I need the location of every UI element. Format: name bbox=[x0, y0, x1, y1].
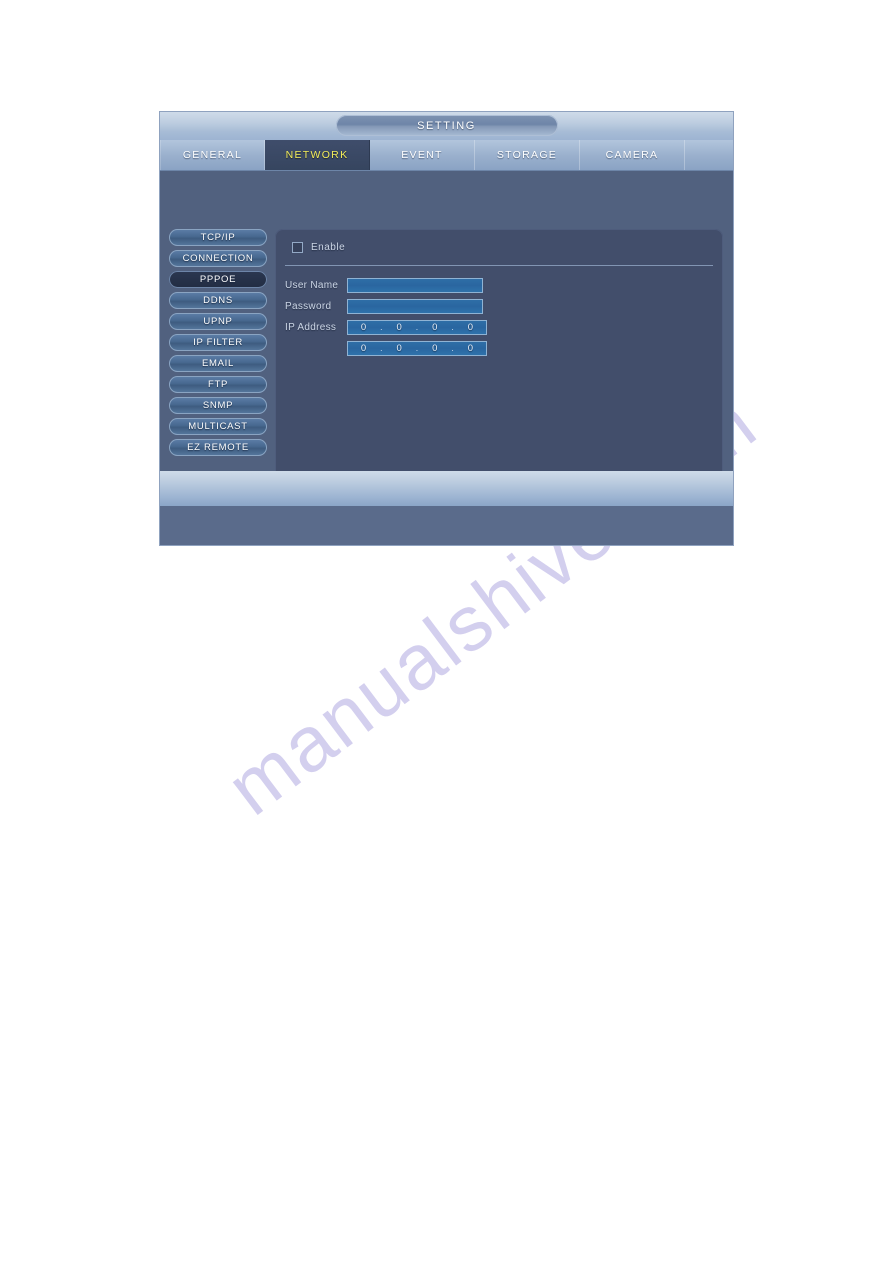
ip2-separator-2: . bbox=[415, 343, 419, 354]
tab-bar-filler bbox=[685, 140, 733, 170]
username-row: User Name bbox=[285, 277, 713, 294]
password-input[interactable] bbox=[347, 299, 483, 314]
ip2-separator-3: . bbox=[451, 343, 454, 354]
pppoe-form: User Name Password IP Address 0 . 0 . 0 bbox=[285, 277, 713, 361]
ip-octet-1[interactable]: 0 bbox=[361, 322, 366, 333]
tab-camera[interactable]: CAMERA bbox=[580, 140, 685, 170]
tab-bar: GENERAL NETWORK EVENT STORAGE CAMERA bbox=[160, 140, 733, 171]
pppoe-settings-panel: Enable User Name Password IP Address 0 . bbox=[275, 229, 723, 491]
dialog-footer-bar bbox=[160, 471, 733, 506]
sidebar-item-email[interactable]: EMAIL bbox=[169, 355, 267, 372]
sidebar-item-ez-remote[interactable]: EZ REMOTE bbox=[169, 439, 267, 456]
tab-network[interactable]: NETWORK bbox=[265, 140, 370, 170]
ip-address-secondary-row: 0 . 0 . 0 . 0 bbox=[285, 340, 713, 357]
network-sidebar: TCP/IP CONNECTION PPPOE DDNS UPNP IP FIL… bbox=[169, 229, 267, 460]
section-divider bbox=[285, 265, 713, 266]
setting-dialog: SETTING GENERAL NETWORK EVENT STORAGE CA… bbox=[160, 112, 733, 545]
ip2-separator-1: . bbox=[380, 343, 383, 354]
ip-octet-2[interactable]: 0 bbox=[397, 322, 402, 333]
tab-storage[interactable]: STORAGE bbox=[475, 140, 580, 170]
sidebar-item-pppoe[interactable]: PPPOE bbox=[169, 271, 267, 288]
ip-separator-2: . bbox=[415, 322, 419, 333]
sidebar-item-multicast[interactable]: MULTICAST bbox=[169, 418, 267, 435]
enable-checkbox[interactable] bbox=[292, 242, 303, 253]
tab-event[interactable]: EVENT bbox=[370, 140, 475, 170]
ip-separator-3: . bbox=[451, 322, 454, 333]
ip-address-label: IP Address bbox=[285, 322, 337, 333]
username-label: User Name bbox=[285, 280, 339, 291]
sidebar-item-snmp[interactable]: SNMP bbox=[169, 397, 267, 414]
ip2-octet-2[interactable]: 0 bbox=[397, 343, 402, 354]
enable-row: Enable bbox=[292, 242, 345, 253]
ip-octet-4[interactable]: 0 bbox=[468, 322, 473, 333]
sidebar-item-tcpip[interactable]: TCP/IP bbox=[169, 229, 267, 246]
sidebar-item-ip-filter[interactable]: IP FILTER bbox=[169, 334, 267, 351]
dialog-title-pill: SETTING bbox=[335, 115, 558, 136]
ip2-octet-3[interactable]: 0 bbox=[432, 343, 437, 354]
sidebar-item-ddns[interactable]: DDNS bbox=[169, 292, 267, 309]
ip-octet-3[interactable]: 0 bbox=[432, 322, 437, 333]
ip-address-secondary-input[interactable]: 0 . 0 . 0 . 0 bbox=[347, 341, 487, 356]
ip-address-row: IP Address 0 . 0 . 0 . 0 bbox=[285, 319, 713, 336]
ip-separator-1: . bbox=[380, 322, 383, 333]
tab-general[interactable]: GENERAL bbox=[160, 140, 265, 170]
dialog-header: SETTING bbox=[160, 112, 733, 140]
ip2-octet-1[interactable]: 0 bbox=[361, 343, 366, 354]
enable-label: Enable bbox=[311, 242, 346, 253]
sidebar-item-upnp[interactable]: UPNP bbox=[169, 313, 267, 330]
ip-address-primary-input[interactable]: 0 . 0 . 0 . 0 bbox=[347, 320, 487, 335]
username-input[interactable] bbox=[347, 278, 483, 293]
ip2-octet-4[interactable]: 0 bbox=[468, 343, 473, 354]
sidebar-item-ftp[interactable]: FTP bbox=[169, 376, 267, 393]
password-label: Password bbox=[285, 301, 332, 312]
sidebar-item-connection[interactable]: CONNECTION bbox=[169, 250, 267, 267]
password-row: Password bbox=[285, 298, 713, 315]
dialog-title: SETTING bbox=[417, 119, 476, 132]
dialog-body: TCP/IP CONNECTION PPPOE DDNS UPNP IP FIL… bbox=[160, 171, 733, 506]
